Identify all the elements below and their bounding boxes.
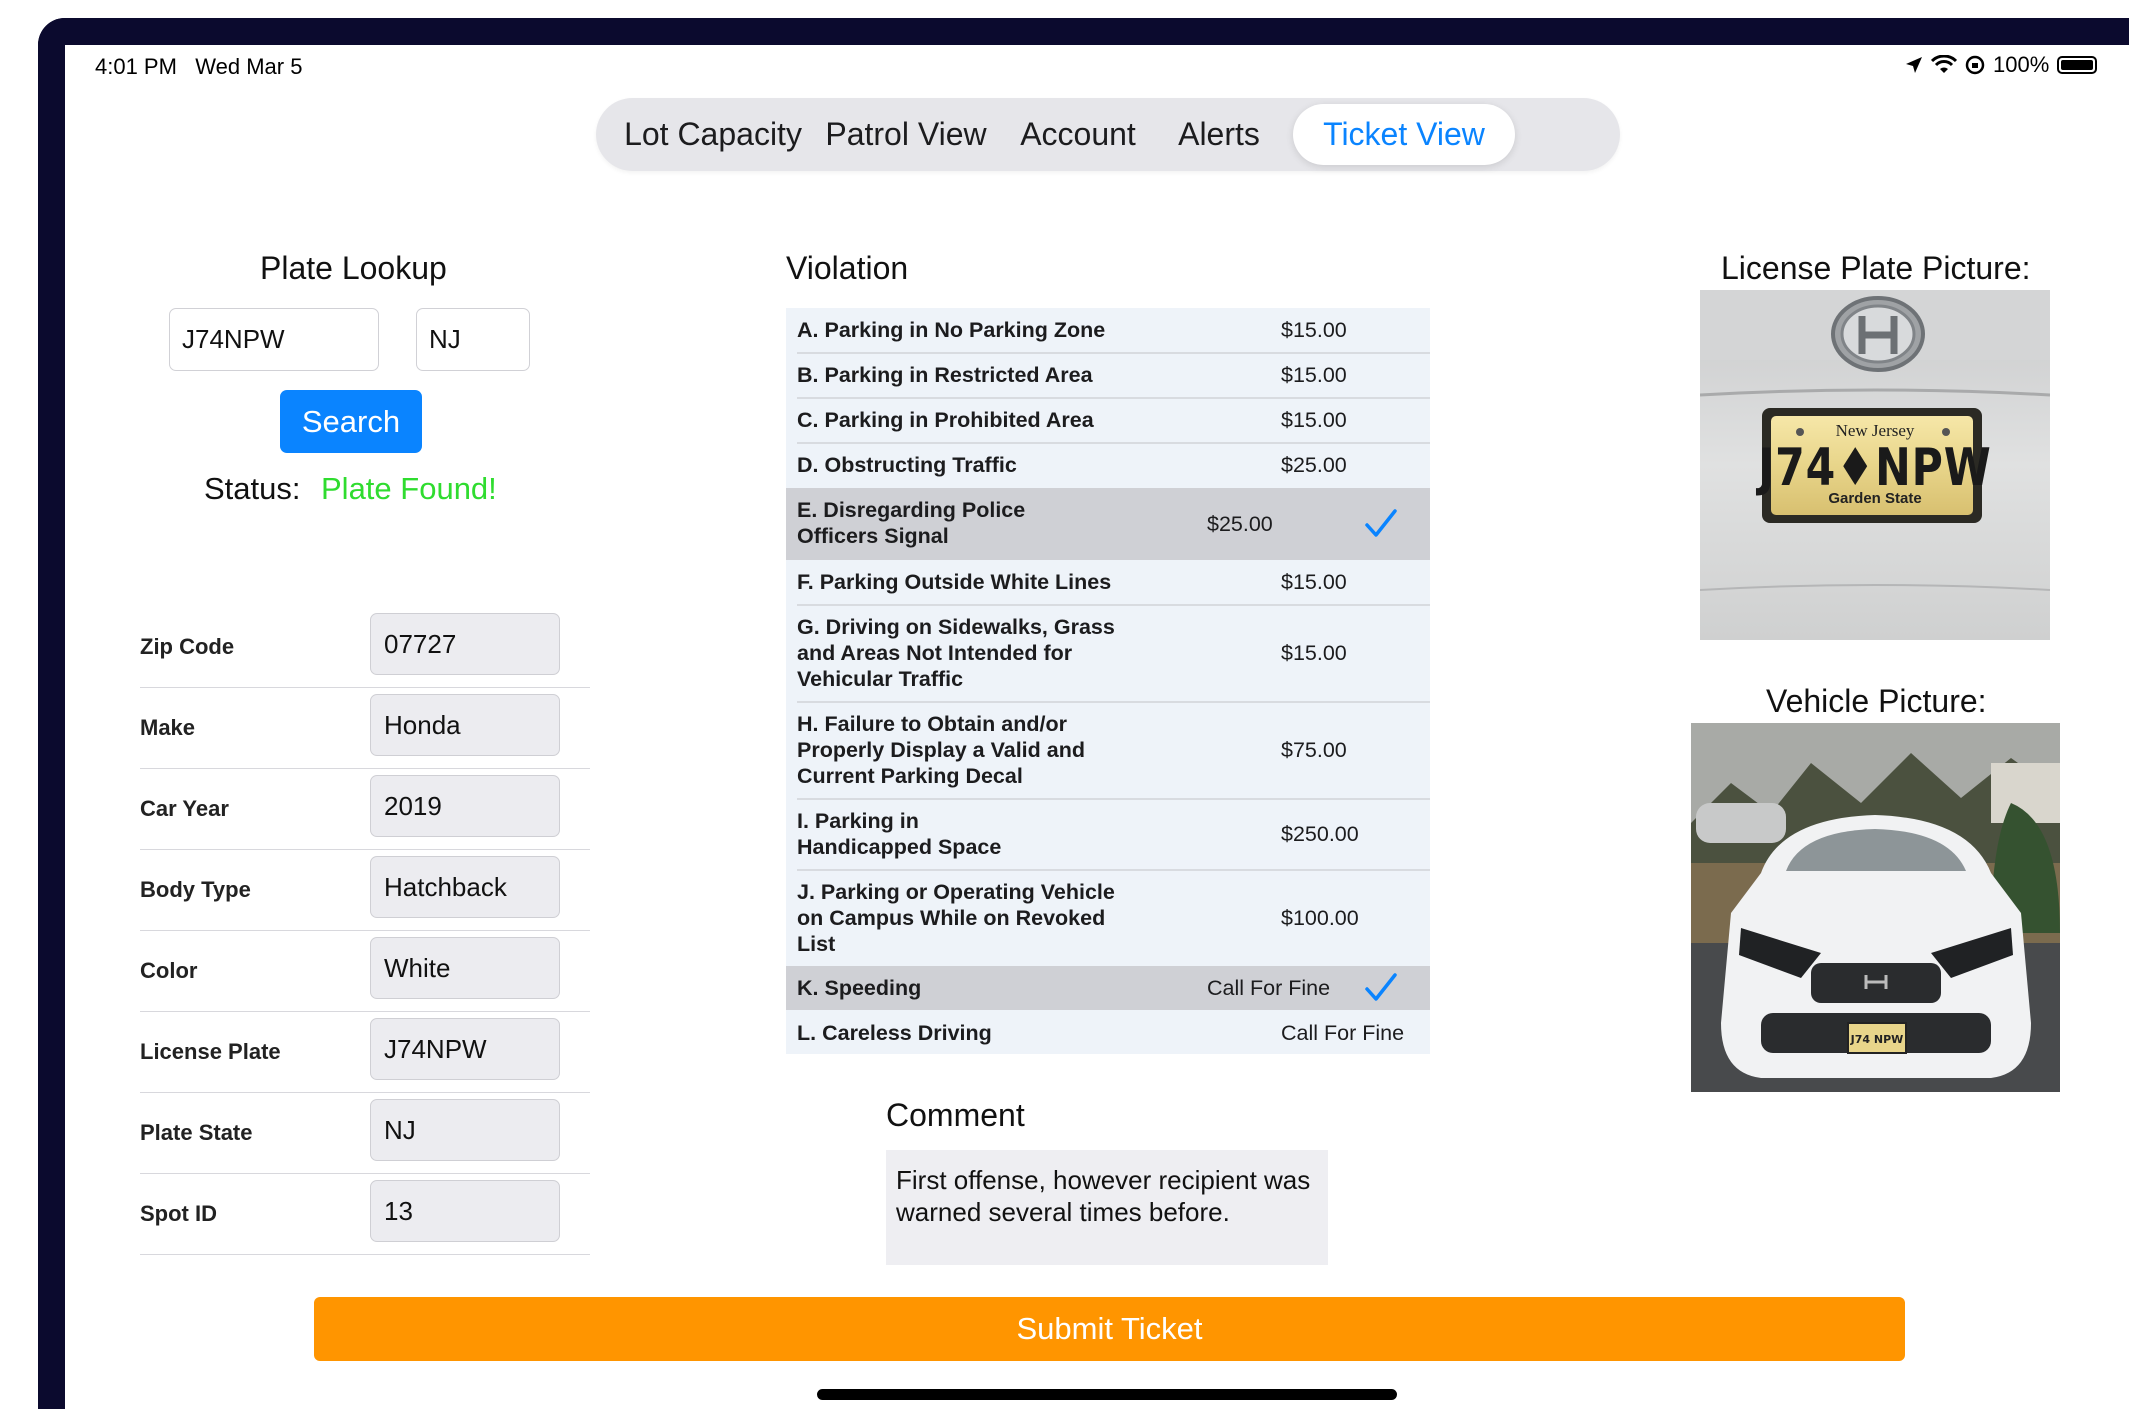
license-plate-picture-title: License Plate Picture: (1721, 250, 2031, 286)
orientation-lock-icon (1965, 55, 1985, 75)
violation-list: A. Parking in No Parking Zone $15.00 B. … (786, 308, 1430, 1054)
violation-row-e[interactable]: E. Disregarding Police Officers Signal $… (786, 488, 1430, 560)
form-row-body-type: Body Type Hatchback (140, 849, 590, 931)
plate-state-label: Plate State (140, 1120, 253, 1145)
license-plate-label: License Plate (140, 1039, 281, 1064)
make-label: Make (140, 715, 196, 740)
screen: 4:01 PM Wed Mar 5 100% Lot Capacity Patr… (65, 45, 2129, 1409)
violation-title: Violation (786, 250, 909, 286)
search-button[interactable]: Search (280, 390, 422, 453)
submit-ticket-button[interactable]: Submit Ticket (314, 1297, 1905, 1361)
plate-state-input[interactable]: NJ (416, 308, 530, 371)
violation-name: L. Careless Driving (797, 1021, 992, 1045)
comment-title: Comment (886, 1097, 1025, 1133)
color-field[interactable]: White (370, 937, 560, 999)
violation-name: E. Disregarding Police Officers Signal (797, 498, 1026, 548)
violation-name: I. Parking in Handicapped Space (797, 809, 1002, 859)
battery-percent: 100% (1993, 52, 2050, 77)
violation-row-c[interactable]: C. Parking in Prohibited Area $15.00 (786, 398, 1430, 442)
violation-fine: $15.00 (1281, 408, 1347, 432)
license-plate-photo: New Jersey J74♦NPW Garden State (1700, 290, 2050, 640)
violation-fine: $15.00 (1281, 318, 1347, 342)
violation-fine: $25.00 (1207, 512, 1273, 536)
violation-row-a[interactable]: A. Parking in No Parking Zone $15.00 (786, 308, 1430, 352)
violation-fine: $15.00 (1281, 570, 1347, 594)
violation-name: K. Speeding (797, 976, 922, 1000)
violation-name: J. Parking or Operating Vehicle on Campu… (797, 880, 1115, 956)
body-type-label: Body Type (140, 877, 251, 902)
violation-fine: $25.00 (1281, 453, 1347, 477)
status-date: Wed Mar 5 (195, 54, 303, 79)
violation-name: H. Failure to Obtain and/or Properly Dis… (797, 712, 1085, 788)
zip-code-label: Zip Code (140, 634, 235, 659)
form-row-spot-id: Spot ID 13 (140, 1173, 590, 1255)
checkmark-icon (1365, 973, 1397, 1001)
status-label: Status: (204, 471, 301, 506)
form-row-plate-state: Plate State NJ (140, 1092, 590, 1174)
violation-name: C. Parking in Prohibited Area (797, 408, 1094, 432)
tab-alerts[interactable]: Alerts (1159, 104, 1279, 165)
car-year-field[interactable]: 2019 (370, 775, 560, 837)
lookup-status-value: Plate Found! (321, 471, 497, 506)
violation-row-k[interactable]: K. Speeding Call For Fine (786, 966, 1430, 1010)
violation-fine: $100.00 (1281, 906, 1359, 930)
status-bar-indicators: 100% (1905, 52, 2098, 78)
form-row-color: Color White (140, 930, 590, 1012)
device-bezel-top (38, 18, 2129, 45)
svg-text:J74 NPW: J74 NPW (1850, 1033, 1904, 1046)
form-row-car-year: Car Year 2019 (140, 768, 590, 850)
violation-fine: $250.00 (1281, 822, 1359, 846)
spot-id-label: Spot ID (140, 1201, 217, 1226)
color-label: Color (140, 958, 198, 983)
violation-name: D. Obstructing Traffic (797, 453, 1017, 477)
checkmark-icon (1365, 509, 1397, 537)
tab-account[interactable]: Account (1006, 104, 1150, 165)
violation-row-b[interactable]: B. Parking in Restricted Area $15.00 (786, 353, 1430, 397)
violation-row-l[interactable]: L. Careless Driving Call For Fine (786, 1011, 1430, 1054)
plate-state-field[interactable]: NJ (370, 1099, 560, 1161)
violation-fine: Call For Fine (1281, 1021, 1405, 1045)
plate-characters: J74♦NPW (1758, 438, 1992, 498)
violation-row-i[interactable]: I. Parking in Handicapped Space $250.00 (786, 799, 1430, 869)
location-arrow-icon (1906, 57, 1922, 73)
tab-patrol-view[interactable]: Patrol View (818, 104, 994, 165)
violation-row-j[interactable]: J. Parking or Operating Vehicle on Campu… (786, 870, 1430, 966)
car-year-label: Car Year (140, 796, 229, 821)
vehicle-photo: J74 NPW (1691, 723, 2060, 1092)
spot-id-field[interactable]: 13 (370, 1180, 560, 1242)
violation-fine: Call For Fine (1207, 976, 1331, 1000)
violation-fine: $75.00 (1281, 738, 1347, 762)
plate-lookup-title: Plate Lookup (260, 250, 447, 286)
tab-lot-capacity[interactable]: Lot Capacity (618, 104, 808, 165)
status-bar-time: 4:01 PM Wed Mar 5 (95, 54, 302, 80)
tab-ticket-view[interactable]: Ticket View (1293, 104, 1515, 165)
wifi-icon (1931, 55, 1957, 73)
violation-row-g[interactable]: G. Driving on Sidewalks, Grass and Areas… (786, 605, 1430, 701)
violation-name: G. Driving on Sidewalks, Grass and Areas… (797, 615, 1115, 691)
plate-number-input[interactable]: J74NPW (169, 308, 379, 371)
violation-fine: $15.00 (1281, 363, 1347, 387)
battery-icon (2057, 56, 2098, 74)
tab-segmented-control: Lot Capacity Patrol View Account Alerts … (596, 98, 1620, 171)
violation-fine: $15.00 (1281, 641, 1347, 665)
form-row-zip-code: Zip Code 07727 (140, 606, 590, 688)
body-type-field[interactable]: Hatchback (370, 856, 560, 918)
violation-name: A. Parking in No Parking Zone (797, 318, 1106, 342)
home-indicator[interactable] (817, 1389, 1397, 1400)
violation-row-f[interactable]: F. Parking Outside White Lines $15.00 (786, 560, 1430, 604)
status-time: 4:01 PM (95, 54, 177, 79)
comment-textarea[interactable]: First offense, however recipient was war… (886, 1150, 1328, 1265)
license-plate-field[interactable]: J74NPW (370, 1018, 560, 1080)
form-row-make: Make Honda (140, 687, 590, 769)
make-field[interactable]: Honda (370, 694, 560, 756)
violation-row-d[interactable]: D. Obstructing Traffic $25.00 (786, 443, 1430, 487)
violation-name: F. Parking Outside White Lines (797, 570, 1112, 594)
device-bezel-left (38, 18, 65, 1409)
violation-row-h[interactable]: H. Failure to Obtain and/or Properly Dis… (786, 702, 1430, 798)
violation-name: B. Parking in Restricted Area (797, 363, 1093, 387)
zip-code-field[interactable]: 07727 (370, 613, 560, 675)
plate-state-footer: Garden State (1828, 490, 1922, 507)
form-row-license-plate: License Plate J74NPW (140, 1011, 590, 1093)
vehicle-picture-title: Vehicle Picture: (1766, 683, 1987, 719)
